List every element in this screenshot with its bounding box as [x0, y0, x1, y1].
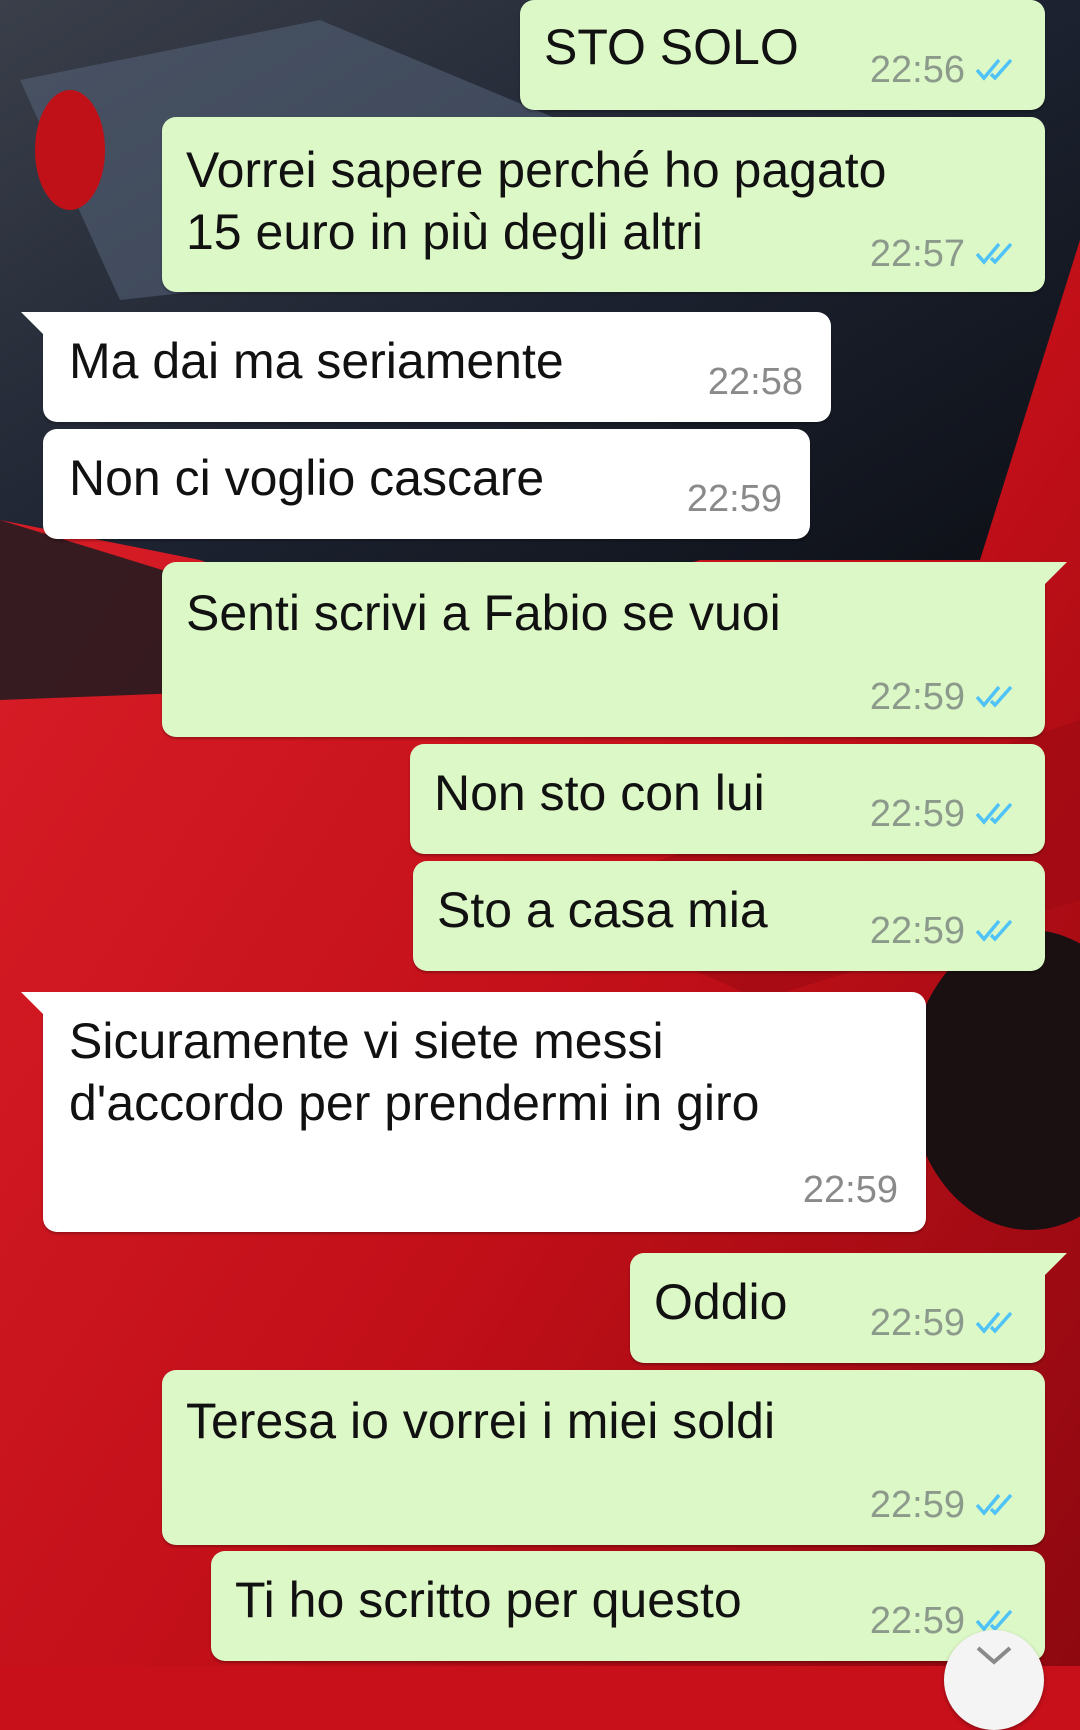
- read-double-check-icon: [975, 677, 1019, 717]
- message-time: 22:56: [869, 49, 965, 91]
- message-meta: 22:59: [870, 1303, 1019, 1343]
- message-time: 22:59: [869, 910, 965, 952]
- message-bubble-outgoing[interactable]: Senti scrivi a Fabio se vuoi 22:59: [162, 562, 1067, 737]
- read-double-check-icon: [975, 234, 1019, 274]
- message-text: Vorrei sapere perché ho pagato 15 euro i…: [186, 142, 887, 260]
- message-meta: 22:59: [870, 677, 1019, 717]
- message-bubble-outgoing[interactable]: Vorrei sapere perché ho pagato 15 euro i…: [162, 117, 1045, 292]
- message-text: Sto a casa mia: [437, 882, 768, 938]
- message-bubble-outgoing[interactable]: STO SOLO 22:56: [520, 0, 1045, 110]
- message-meta: 22:59: [870, 1485, 1019, 1525]
- message-time: 22:59: [869, 1302, 965, 1344]
- read-double-check-icon: [975, 794, 1019, 834]
- message-time: 22:59: [869, 676, 965, 718]
- chevron-down-icon: [974, 1644, 1014, 1673]
- message-time: 22:59: [802, 1169, 898, 1211]
- message-meta: 22:58: [708, 362, 803, 402]
- message-text: Ma dai ma seriamente: [69, 333, 564, 389]
- read-double-check-icon: [975, 1485, 1019, 1525]
- message-meta: 22:59: [803, 1170, 898, 1210]
- message-bubble-incoming[interactable]: Sicuramente vi siete messi d'accordo per…: [21, 992, 926, 1232]
- message-text: Non ci voglio cascare: [69, 450, 545, 506]
- message-bubble-outgoing[interactable]: Teresa io vorrei i miei soldi 22:59: [162, 1370, 1045, 1545]
- message-text: Oddio: [654, 1274, 788, 1330]
- message-text: Sicuramente vi siete messi d'accordo per…: [69, 1013, 760, 1131]
- message-bubble-incoming[interactable]: Non ci voglio cascare 22:59: [43, 429, 810, 539]
- read-double-check-icon: [975, 911, 1019, 951]
- message-bubble-incoming[interactable]: Ma dai ma seriamente 22:58: [21, 312, 831, 422]
- read-double-check-icon: [975, 50, 1019, 90]
- message-text: Ti ho scritto per questo: [235, 1572, 742, 1628]
- message-time: 22:58: [707, 361, 803, 403]
- message-bubble-outgoing[interactable]: Sto a casa mia 22:59: [413, 861, 1045, 971]
- message-bubble-outgoing[interactable]: Non sto con lui 22:59: [410, 744, 1045, 854]
- message-meta: 22:57: [870, 234, 1019, 274]
- message-bubble-outgoing[interactable]: Ti ho scritto per questo 22:59: [211, 1551, 1045, 1661]
- message-time: 22:59: [869, 1600, 965, 1642]
- message-meta: 22:56: [870, 50, 1019, 90]
- message-meta: 22:59: [687, 479, 782, 519]
- message-meta: 22:59: [870, 794, 1019, 834]
- message-time: 22:59: [869, 793, 965, 835]
- message-time: 22:59: [869, 1484, 965, 1526]
- message-bubble-outgoing[interactable]: Oddio 22:59: [630, 1253, 1067, 1363]
- chat-message-list[interactable]: STO SOLO 22:56 Vorrei sapere perché ho p…: [0, 0, 1080, 1666]
- message-text: Senti scrivi a Fabio se vuoi: [186, 585, 781, 641]
- message-time: 22:57: [869, 233, 965, 275]
- scroll-to-bottom-button[interactable]: [944, 1630, 1044, 1730]
- message-meta: 22:59: [870, 911, 1019, 951]
- message-text: STO SOLO: [544, 19, 799, 75]
- message-time: 22:59: [686, 478, 782, 520]
- message-text: Teresa io vorrei i miei soldi: [186, 1393, 776, 1449]
- read-double-check-icon: [975, 1303, 1019, 1343]
- message-text: Non sto con lui: [434, 765, 765, 821]
